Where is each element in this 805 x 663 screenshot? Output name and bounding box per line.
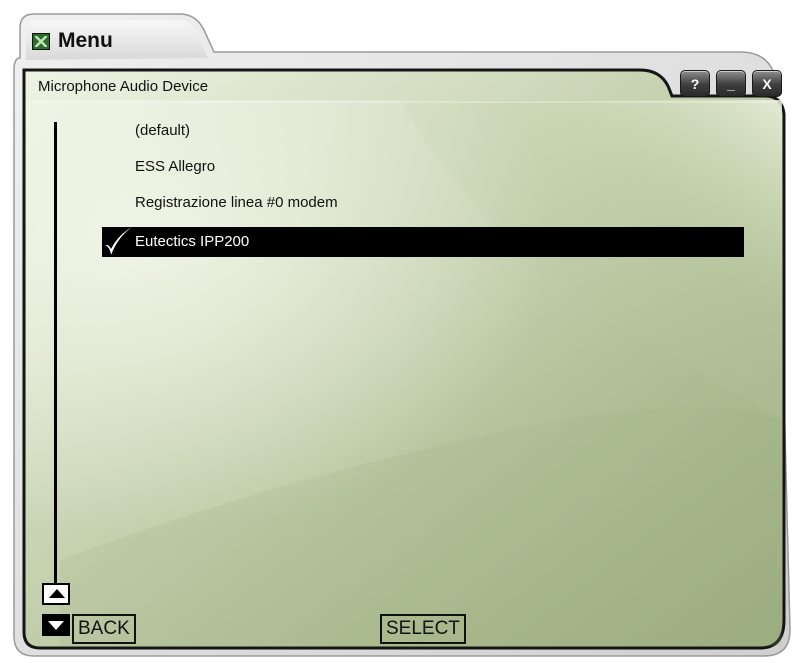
app-logo-icon bbox=[32, 33, 50, 50]
window-frame bbox=[13, 13, 791, 657]
minimize-button[interactable]: _ bbox=[716, 70, 746, 97]
list-item-ess-allegro[interactable]: ESS Allegro bbox=[102, 152, 744, 182]
panel-title: Microphone Audio Device bbox=[38, 78, 209, 95]
window-title: Menu bbox=[58, 29, 113, 52]
list-item-label: (default) bbox=[135, 122, 191, 139]
select-button[interactable]: SELECT bbox=[380, 614, 466, 644]
close-button[interactable]: X bbox=[752, 70, 782, 97]
scroll-down-button[interactable] bbox=[42, 614, 70, 636]
list-item-label: Eutectics IPP200 bbox=[135, 233, 250, 250]
menu-window: Menu Microphone Audio Device ? _ X (defa… bbox=[0, 0, 805, 663]
list-item-eutectics-ipp200[interactable]: Eutectics IPP200 bbox=[102, 227, 744, 257]
list-item-label: Registrazione linea #0 modem bbox=[135, 194, 338, 211]
checkmark-icon bbox=[105, 227, 132, 255]
back-button[interactable]: BACK bbox=[72, 614, 136, 644]
list-item-default[interactable]: (default) bbox=[102, 116, 744, 146]
scroll-up-button[interactable] bbox=[42, 583, 70, 605]
list-item-label: ESS Allegro bbox=[135, 158, 216, 175]
arrow-down-icon bbox=[48, 621, 64, 630]
arrow-up-icon bbox=[49, 589, 65, 598]
help-button[interactable]: ? bbox=[680, 70, 710, 97]
list-item-registrazione-modem[interactable]: Registrazione linea #0 modem bbox=[102, 188, 744, 218]
